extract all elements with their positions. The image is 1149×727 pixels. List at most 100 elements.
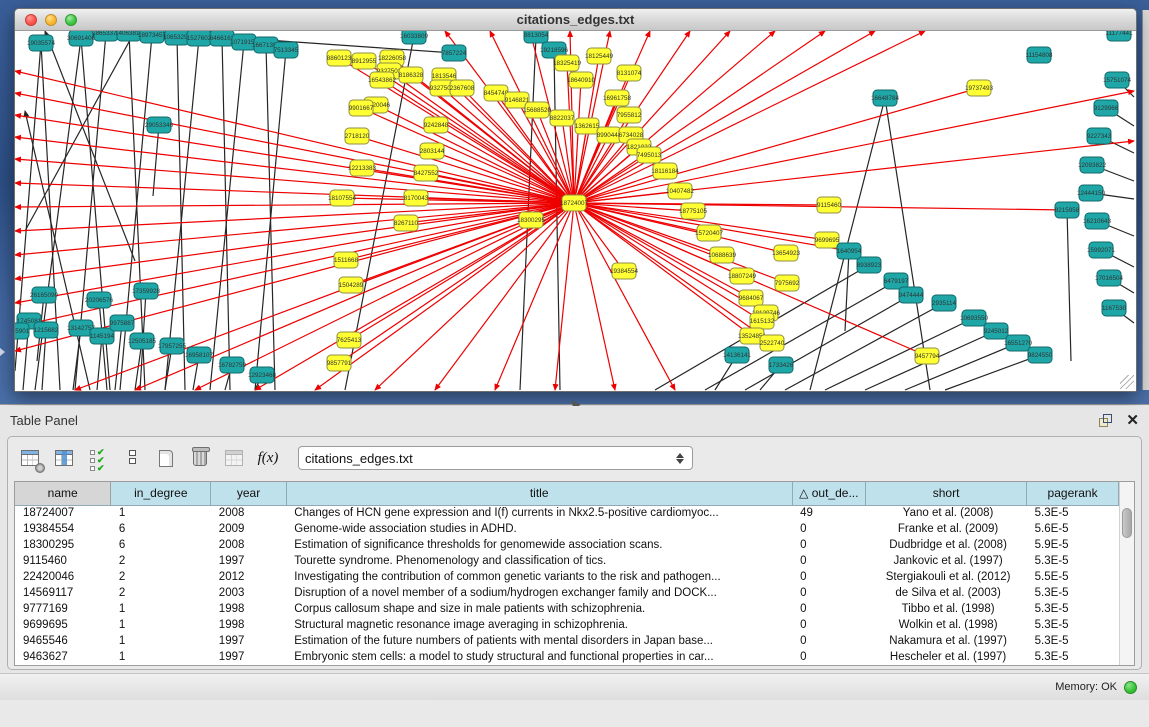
- network-canvas[interactable]: 1903557430691406186533741406381218973457…: [15, 31, 1136, 391]
- table-cell[interactable]: Jankovic et al. (1997): [866, 553, 1027, 569]
- table-cell[interactable]: de Silva et al. (2003): [866, 585, 1027, 601]
- graph-node[interactable]: 16033809: [400, 31, 429, 44]
- graph-edge[interactable]: [42, 330, 46, 390]
- graph-node[interactable]: 3315901: [15, 323, 30, 339]
- graph-node[interactable]: 18775105: [679, 203, 708, 219]
- table-cell[interactable]: 9699695: [15, 617, 111, 633]
- table-cell[interactable]: 0: [792, 601, 865, 617]
- graph-node[interactable]: 8912955: [352, 53, 377, 69]
- table-source-dropdown[interactable]: citations_edges.txt: [298, 446, 693, 470]
- column-header-title[interactable]: title: [286, 482, 792, 505]
- table-row[interactable]: 2242004622012Investigating the contribut…: [15, 569, 1119, 585]
- window-titlebar[interactable]: citations_edges.txt: [15, 9, 1136, 31]
- graph-node[interactable]: 9227343: [1087, 128, 1112, 144]
- table-row[interactable]: 977716911998Corpus callosum shape and si…: [15, 601, 1119, 617]
- table-cell[interactable]: 1997: [211, 633, 286, 649]
- table-cell[interactable]: 0: [792, 649, 865, 665]
- graph-node[interactable]: 16782759: [218, 357, 247, 373]
- graph-node[interactable]: 8822037: [550, 110, 575, 126]
- graph-node[interactable]: 12444150: [1077, 185, 1106, 201]
- table-cell[interactable]: 1997: [211, 649, 286, 665]
- graph-node[interactable]: 2935114: [932, 295, 957, 311]
- graph-node[interactable]: 15720407: [695, 225, 724, 241]
- table-cell[interactable]: 1: [111, 617, 211, 633]
- graph-node[interactable]: 12213383: [348, 160, 377, 176]
- graph-edge[interactable]: [885, 98, 930, 390]
- table-cell[interactable]: Wolkin et al. (1998): [866, 617, 1027, 633]
- table-cell[interactable]: 22420046: [15, 569, 111, 585]
- graph-node[interactable]: 8215958: [1055, 202, 1080, 218]
- table-cell[interactable]: 0: [792, 633, 865, 649]
- graph-edge[interactable]: [435, 203, 574, 390]
- graph-node[interactable]: 2522740: [760, 335, 785, 351]
- graph-node[interactable]: 8813054: [524, 31, 549, 43]
- graph-node[interactable]: 16961758: [603, 90, 632, 106]
- graph-node[interactable]: 26165090: [30, 287, 59, 303]
- graph-node[interactable]: 12923468: [248, 367, 277, 383]
- table-cell[interactable]: 1: [111, 649, 211, 665]
- graph-node[interactable]: 10688639: [708, 247, 737, 263]
- graph-node[interactable]: 9457794: [915, 348, 940, 364]
- graph-node[interactable]: 19384554: [610, 263, 639, 279]
- graph-node[interactable]: 18116184: [651, 163, 679, 179]
- graph-edge[interactable]: [255, 50, 286, 390]
- table-cell[interactable]: 6: [111, 537, 211, 553]
- close-panel-icon[interactable]: ✕: [1126, 413, 1139, 428]
- table-vertical-scrollbar[interactable]: [1119, 482, 1134, 665]
- float-panel-icon[interactable]: [1099, 414, 1112, 427]
- graph-node[interactable]: 10407482: [666, 183, 695, 199]
- graph-node[interactable]: 18107554: [328, 190, 357, 206]
- graph-edge[interactable]: [15, 203, 574, 255]
- graph-edge[interactable]: [705, 281, 896, 390]
- table-cell[interactable]: 1: [111, 505, 211, 521]
- graph-node[interactable]: 17016504: [1095, 270, 1124, 286]
- graph-node[interactable]: 1504289: [339, 277, 364, 293]
- column-header-short[interactable]: short: [866, 482, 1027, 505]
- table-cell[interactable]: 5.3E-5: [1027, 601, 1119, 617]
- graph-edge[interactable]: [389, 71, 574, 203]
- table-cell[interactable]: 1: [111, 601, 211, 617]
- graph-node[interactable]: 15751074: [1103, 72, 1132, 88]
- graph-edge[interactable]: [1067, 210, 1071, 361]
- graph-node[interactable]: 9245012: [984, 323, 1009, 339]
- graph-node[interactable]: 1733426: [769, 357, 794, 373]
- graph-node[interactable]: 20206576: [85, 292, 114, 308]
- table-cell[interactable]: 5.3E-5: [1027, 585, 1119, 601]
- graph-node[interactable]: 8427552: [414, 165, 439, 181]
- graph-edge[interactable]: [153, 125, 159, 196]
- graph-edge[interactable]: [945, 355, 1040, 390]
- table-cell[interactable]: Investigating the contribution of common…: [286, 569, 792, 585]
- graph-node[interactable]: 16210643: [1083, 213, 1112, 229]
- table-cell[interactable]: 5.3E-5: [1027, 633, 1119, 649]
- scrollbar-thumb[interactable]: [1122, 508, 1132, 538]
- table-cell[interactable]: 5.9E-5: [1027, 537, 1119, 553]
- table-cell[interactable]: 19384554: [15, 521, 111, 537]
- graph-node[interactable]: 1615132: [750, 313, 775, 329]
- column-header-pagerank[interactable]: pagerank: [1027, 482, 1119, 505]
- table-cell[interactable]: 0: [792, 585, 865, 601]
- graph-node[interactable]: 9824550: [1028, 347, 1053, 363]
- table-cell[interactable]: 2008: [211, 505, 286, 521]
- table-cell[interactable]: 2: [111, 585, 211, 601]
- graph-node-hub[interactable]: 18724007: [560, 195, 589, 211]
- table-cell[interactable]: Disruption of a novel member of a sodium…: [286, 585, 792, 601]
- table-cell[interactable]: Genome-wide association studies in ADHD.: [286, 521, 792, 537]
- table-cell[interactable]: Structural magnetic resonance image aver…: [286, 617, 792, 633]
- table-mode-icon[interactable]: [18, 446, 42, 470]
- graph-node[interactable]: 1511668: [334, 252, 359, 268]
- table-cell[interactable]: 14569117: [15, 585, 111, 601]
- graph-node[interactable]: 19035574: [27, 35, 56, 51]
- minimize-window-button[interactable]: [45, 14, 57, 26]
- graph-node[interactable]: 18300295: [517, 212, 546, 228]
- graph-edge[interactable]: [574, 203, 762, 321]
- table-cell[interactable]: 9465546: [15, 633, 111, 649]
- table-cell[interactable]: Franke et al. (2009): [866, 521, 1027, 537]
- graph-node[interactable]: 11177441: [1105, 31, 1133, 41]
- table-cell[interactable]: 1997: [211, 553, 286, 569]
- table-cell[interactable]: Tibbo et al. (1998): [866, 601, 1027, 617]
- graph-node[interactable]: 17359928: [132, 283, 161, 299]
- graph-node[interactable]: 9901667: [349, 100, 374, 116]
- table-cell[interactable]: 2012: [211, 569, 286, 585]
- graph-node[interactable]: 12093822: [1078, 157, 1107, 173]
- table-cell[interactable]: 18724007: [15, 505, 111, 521]
